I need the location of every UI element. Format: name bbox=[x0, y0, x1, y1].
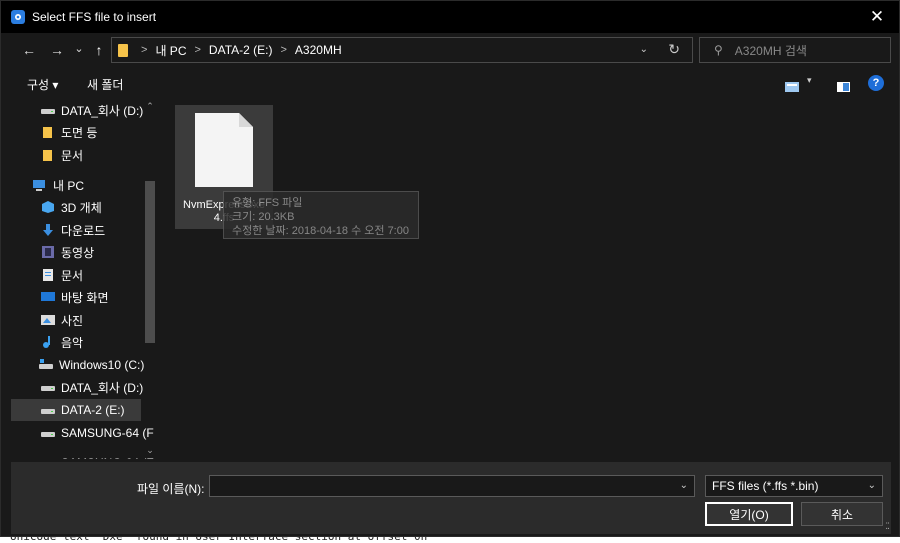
drive-icon bbox=[41, 457, 55, 459]
chevron-down-icon[interactable]: ⌄ bbox=[868, 480, 876, 491]
sidebar-item[interactable]: 문서 bbox=[11, 264, 141, 286]
folder-icon bbox=[118, 43, 128, 57]
sidebar-item[interactable]: 음악 bbox=[11, 331, 141, 353]
file-open-dialog: Select FFS file to insert ✕ ← → ⌄ ↑ > 내 … bbox=[0, 0, 900, 537]
filename-input[interactable]: ⌄ bbox=[209, 475, 695, 497]
navigation-bar: ← → ⌄ ↑ > 내 PC > DATA-2 (E:) > A320MH ⌄ … bbox=[1, 33, 899, 67]
file-list: NvmExpressDxe 4.ffs 유형: FFS 파일 크기: 20.3K… bbox=[161, 99, 891, 459]
document-icon bbox=[195, 113, 253, 187]
video-icon bbox=[41, 246, 55, 258]
windows-drive-icon bbox=[39, 359, 53, 371]
title-bar: Select FFS file to insert ✕ bbox=[1, 1, 899, 33]
cube-icon bbox=[41, 201, 55, 213]
scroll-down-icon[interactable]: ⌄ bbox=[143, 445, 157, 456]
cancel-button[interactable]: 취소 bbox=[801, 502, 883, 526]
sidebar-item-label: 도면 등 bbox=[61, 125, 98, 140]
sidebar-item[interactable]: DATA-2 (E:) bbox=[11, 399, 141, 421]
folder-icon bbox=[41, 126, 55, 138]
sidebar-item[interactable]: 3D 개체 bbox=[11, 196, 141, 218]
view-options-icon[interactable] bbox=[785, 79, 799, 97]
scroll-up-icon[interactable]: ⌃ bbox=[143, 101, 157, 112]
search-input[interactable]: ⚲ A320MH 검색 bbox=[699, 37, 891, 63]
sidebar-item-label: 음악 bbox=[61, 335, 84, 350]
breadcrumb-folder[interactable]: A320MH bbox=[295, 43, 342, 57]
filename-label: 파일 이름(N): bbox=[137, 482, 205, 496]
help-icon[interactable]: ? bbox=[868, 75, 884, 91]
sidebar-item-label: 동영상 bbox=[61, 245, 95, 260]
sidebar-item-label: 문서 bbox=[61, 148, 84, 163]
sidebar-item-label: 3D 개체 bbox=[61, 200, 102, 215]
sidebar-item-label: 내 PC bbox=[53, 178, 85, 193]
scrollbar-thumb[interactable] bbox=[145, 181, 155, 343]
close-button[interactable]: ✕ bbox=[855, 1, 899, 33]
bottom-panel: 파일 이름(N): ⌄ FFS files (*.ffs *.bin) ⌄ 열기… bbox=[11, 462, 891, 534]
breadcrumb-pc[interactable]: 내 PC bbox=[155, 42, 186, 59]
view-dropdown-icon[interactable]: ▾ bbox=[807, 75, 812, 86]
tooltip-modified: 수정한 날짜: 2018-04-18 수 오전 7:00 bbox=[232, 225, 409, 237]
sidebar-item-label: DATA_회사 (D:) bbox=[61, 103, 144, 118]
sidebar-item[interactable]: SAMSUNG-64 (F bbox=[11, 422, 154, 444]
toolbar: 구성 ▾ 새 폴더 ▾ bbox=[1, 67, 899, 99]
forward-button[interactable]: → bbox=[47, 40, 67, 60]
tooltip-size: 크기: 20.3KB bbox=[232, 211, 295, 223]
drive-icon bbox=[41, 381, 55, 393]
chevron-right-icon: > bbox=[141, 44, 148, 56]
organize-button[interactable]: 구성 ▾ bbox=[27, 76, 58, 93]
chevron-down-icon[interactable]: ⌄ bbox=[640, 44, 648, 55]
new-folder-button[interactable]: 새 폴더 bbox=[87, 76, 123, 93]
chevron-down-icon[interactable]: ⌄ bbox=[680, 480, 688, 491]
drive-icon bbox=[41, 427, 55, 439]
sidebar-item[interactable]: SAMSUNG-64 (F:) bbox=[11, 452, 157, 459]
search-icon: ⚲ bbox=[714, 43, 723, 57]
open-button[interactable]: 열기(O) bbox=[705, 502, 793, 526]
desktop-icon bbox=[41, 291, 55, 303]
back-button[interactable]: ← bbox=[19, 40, 39, 60]
sidebar-item[interactable]: 동영상 bbox=[11, 241, 141, 263]
navigation-pane: DATA_회사 (D:) 도면 등 문서 내 PC 3D 개체 다운로드 동영상 문서 바탕 화… bbox=[11, 99, 157, 459]
drive-icon bbox=[41, 404, 55, 416]
document-icon bbox=[41, 269, 55, 281]
chevron-right-icon: > bbox=[194, 44, 201, 56]
sidebar-item[interactable]: 바탕 화면 bbox=[11, 286, 141, 308]
sidebar-item[interactable]: 도면 등 bbox=[11, 121, 141, 143]
tooltip-type: 유형: FFS 파일 bbox=[232, 197, 303, 209]
sidebar-item[interactable]: 사진 bbox=[11, 309, 141, 331]
sidebar-scrollbar[interactable]: ⌃ ⌄ bbox=[143, 99, 157, 459]
sidebar-item[interactable]: 다운로드 bbox=[11, 219, 141, 241]
file-type-select[interactable]: FFS files (*.ffs *.bin) ⌄ bbox=[705, 475, 883, 497]
address-bar[interactable]: > 내 PC > DATA-2 (E:) > A320MH ⌄ ↻ bbox=[111, 37, 693, 63]
chevron-right-icon: > bbox=[280, 44, 287, 56]
refresh-icon[interactable]: ↻ bbox=[668, 41, 680, 58]
sidebar-item-label: 다운로드 bbox=[61, 223, 106, 238]
up-button[interactable]: ↑ bbox=[89, 40, 109, 60]
drive-icon bbox=[41, 104, 55, 116]
download-icon bbox=[41, 224, 55, 236]
preview-pane-icon[interactable] bbox=[837, 79, 850, 97]
sidebar-item-label: Windows10 (C:) bbox=[59, 358, 145, 372]
window-title: Select FFS file to insert bbox=[32, 10, 157, 24]
file-tooltip: 유형: FFS 파일 크기: 20.3KB 수정한 날짜: 2018-04-18… bbox=[223, 191, 419, 239]
sidebar-item-label: SAMSUNG-64 (F bbox=[61, 426, 154, 440]
sidebar-item[interactable]: 문서 bbox=[11, 144, 141, 166]
sidebar-item-label: DATA_회사 (D:) bbox=[61, 380, 144, 395]
sidebar-item[interactable]: DATA_회사 (D:) bbox=[11, 99, 144, 121]
sidebar-item-label: 문서 bbox=[61, 268, 84, 283]
sidebar-item-label: DATA-2 (E:) bbox=[61, 403, 125, 417]
resize-grip-icon[interactable]: ⁚⁚ bbox=[885, 521, 890, 532]
pc-icon bbox=[33, 179, 47, 191]
sidebar-item-label: 바탕 화면 bbox=[61, 290, 109, 305]
sidebar-item-label: 사진 bbox=[61, 313, 84, 328]
search-placeholder: A320MH 검색 bbox=[734, 43, 807, 58]
app-icon bbox=[11, 10, 25, 24]
breadcrumb-drive[interactable]: DATA-2 (E:) bbox=[209, 43, 273, 57]
pictures-icon bbox=[41, 314, 55, 326]
sidebar-item[interactable]: 내 PC bbox=[11, 174, 141, 196]
sidebar-item[interactable]: Windows10 (C:) bbox=[11, 354, 145, 376]
music-icon bbox=[41, 336, 55, 348]
folder-icon bbox=[41, 149, 55, 161]
sidebar-item[interactable]: DATA_회사 (D:) bbox=[11, 376, 144, 398]
recent-locations-button[interactable]: ⌄ bbox=[69, 38, 89, 58]
